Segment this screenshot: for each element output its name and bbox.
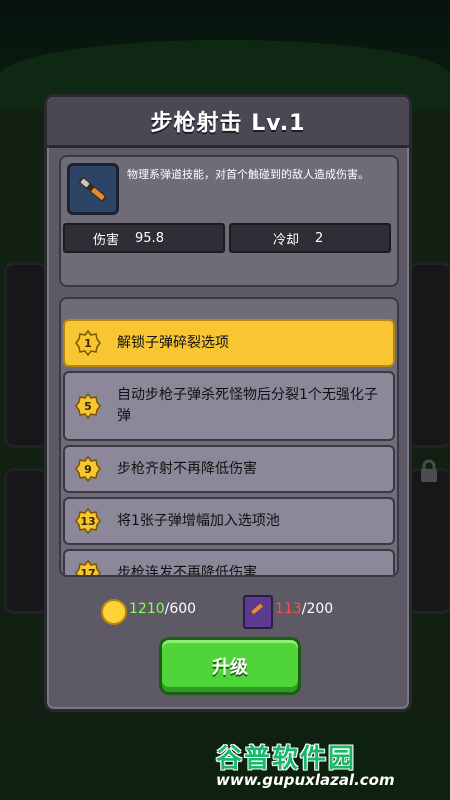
- upgrade-item-level-13[interactable]: 13 将1张子弹增幅加入选项池: [63, 497, 395, 545]
- upgrade-item-text: 自动步枪子弹杀死怪物后分裂1个无强化子弹: [117, 387, 378, 424]
- upgrade-item-text: 解锁子弹碎裂选项: [117, 334, 229, 351]
- skill-description: 物理系弹道技能，对首个触碰到的敌人造成伤害。: [127, 168, 369, 181]
- cooldown-stat: 冷却 2: [229, 223, 391, 253]
- upgrade-button[interactable]: 升级: [159, 637, 301, 695]
- rifle-icon: [67, 163, 119, 215]
- level-badge-number: 9: [84, 462, 92, 476]
- cooldown-label: 冷却: [273, 232, 300, 248]
- coin-required: /600: [164, 601, 197, 617]
- watermark-name: 谷普软件园: [216, 744, 357, 774]
- book-required: /200: [301, 601, 334, 617]
- upgrade-item-text: 将1张子弹增幅加入选项池: [117, 512, 280, 529]
- upgrade-item-level-5[interactable]: 5 自动步枪子弹杀死怪物后分裂1个无强化子弹: [63, 371, 395, 441]
- watermark: 谷普软件园 www.gupuxlazal.com: [216, 738, 395, 789]
- upgrade-item-text: 步枪连发不再降低伤害: [117, 564, 257, 577]
- dialog-title-bar: 步枪射击 Lv.1: [47, 97, 409, 148]
- level-badge-icon: 9: [75, 455, 101, 483]
- upgrade-item-text: 步枪齐射不再降低伤害: [117, 460, 257, 477]
- level-badge-icon: 17: [75, 559, 101, 577]
- level-badge-icon: 1: [75, 329, 101, 357]
- skill-book-icon: [243, 595, 273, 629]
- upgrade-list[interactable]: 1 解锁子弹碎裂选项 5 自动步枪子弹杀死怪物后分裂1个无强化子弹 9 步枪齐射…: [59, 297, 399, 577]
- skill-info-panel: 物理系弹道技能，对首个触碰到的敌人造成伤害。 伤害 95.8 冷却 2: [59, 155, 399, 287]
- level-badge-icon: 13: [75, 507, 101, 535]
- upgrade-item-level-17[interactable]: 17 步枪连发不再降低伤害: [63, 549, 395, 577]
- level-badge-number: 1: [84, 336, 92, 350]
- upgrade-item-level-9[interactable]: 9 步枪齐射不再降低伤害: [63, 445, 395, 493]
- currency-row: 1210/600 113/200: [47, 595, 409, 629]
- level-badge-number: 13: [80, 514, 96, 528]
- skill-upgrade-dialog: 步枪射击 Lv.1 物理系弹道技能，对首个触碰到的敌人造成伤害。 伤害 95.8…: [44, 94, 412, 712]
- coin-current: 1210: [129, 601, 165, 617]
- book-amount: 113/200: [275, 601, 333, 617]
- dialog-title: 步枪射击 Lv.1: [150, 111, 306, 136]
- damage-value: 95.8: [135, 230, 164, 246]
- watermark-url: www.gupuxlazal.com: [216, 771, 395, 789]
- level-badge-icon: 5: [75, 392, 101, 420]
- coin-icon: [101, 599, 127, 625]
- coin-amount: 1210/600: [129, 601, 196, 617]
- level-badge-number: 17: [80, 566, 96, 577]
- cooldown-value: 2: [315, 230, 324, 246]
- damage-stat: 伤害 95.8: [63, 223, 225, 253]
- damage-label: 伤害: [93, 232, 120, 248]
- level-badge-number: 5: [84, 399, 92, 413]
- book-current: 113: [275, 601, 302, 617]
- upgrade-item-level-1[interactable]: 1 解锁子弹碎裂选项: [63, 319, 395, 367]
